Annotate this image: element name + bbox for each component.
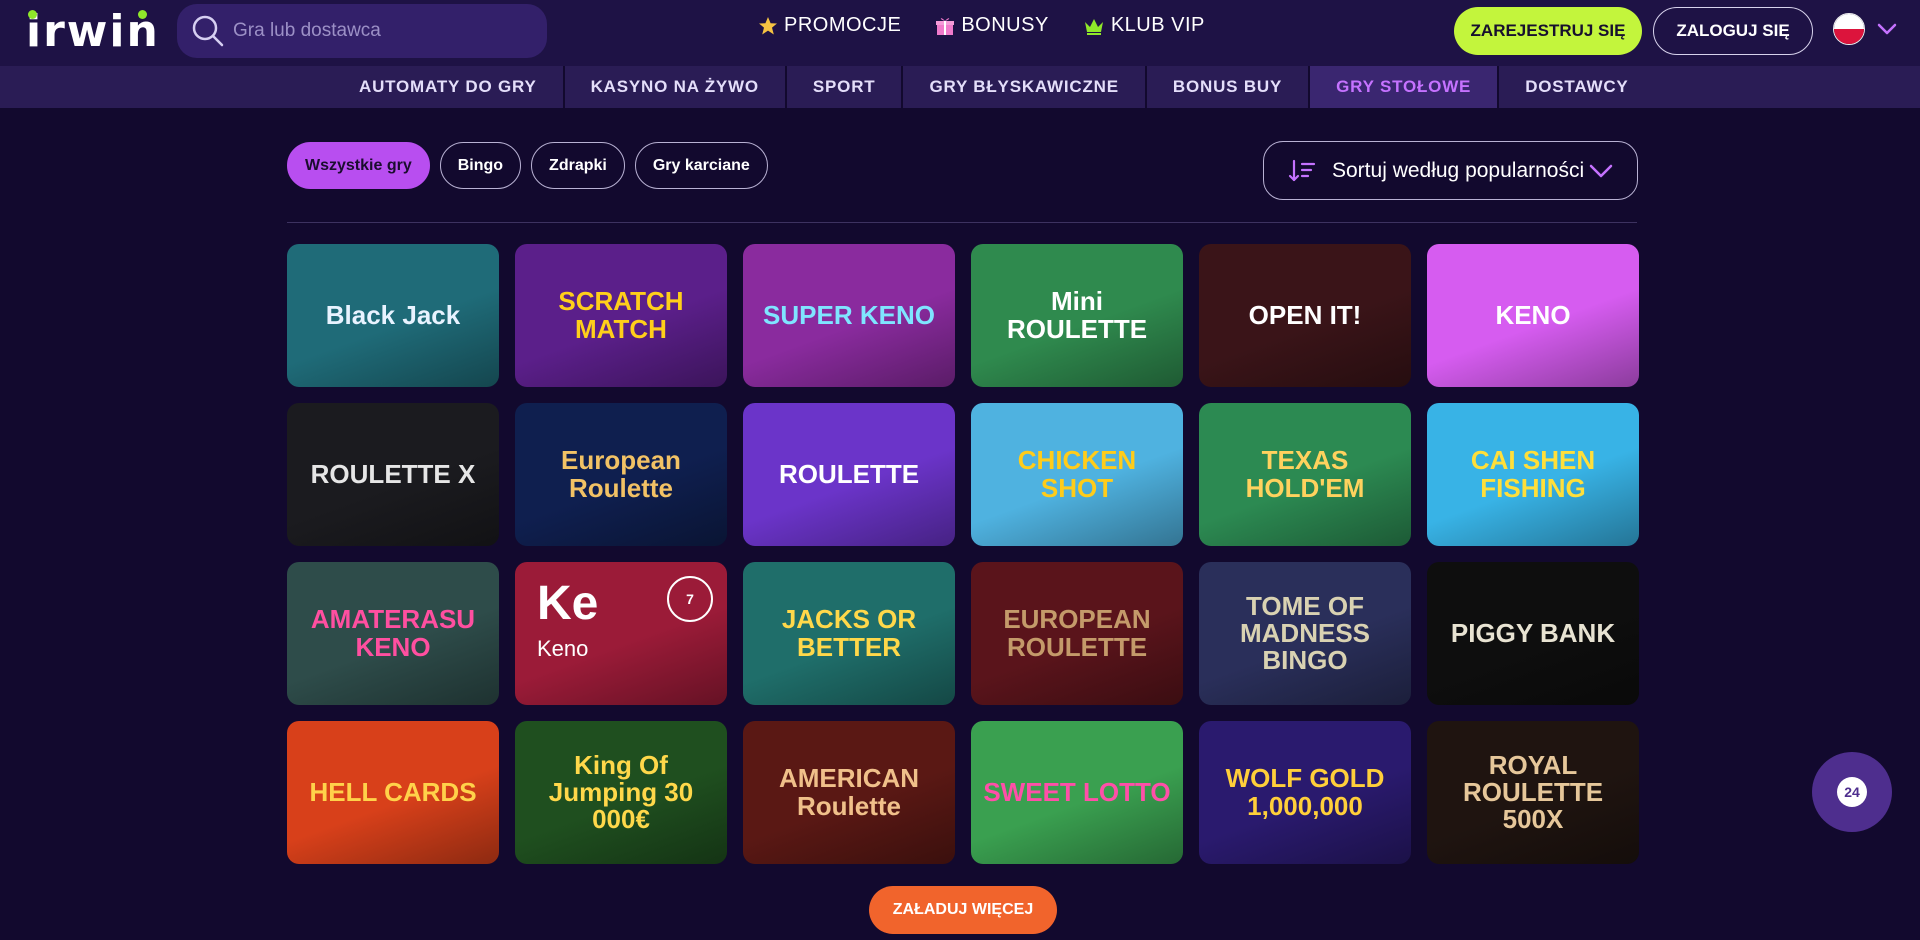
sort-label: Sortuj według popularności <box>1332 158 1585 182</box>
game-tile[interactable]: SUPER KENO <box>743 244 955 387</box>
game-tile[interactable]: AMERICAN Roulette <box>743 721 955 864</box>
game-title: CHICKEN SHOT <box>1017 445 1137 503</box>
game-tile[interactable]: ROULETTE X <box>287 403 499 546</box>
search-icon <box>192 15 224 47</box>
game-tile[interactable]: Black Jack <box>287 244 499 387</box>
game-title: King Of Jumping 30 000€ <box>548 749 694 835</box>
nav-klub-vip[interactable]: KLUB VIP <box>1083 14 1205 37</box>
crown-icon <box>1084 18 1103 35</box>
nav-promocje[interactable]: PROMOCJE <box>758 14 901 37</box>
game-title: OPEN IT! <box>1248 299 1362 330</box>
category-tabs: AUTOMATY DO GRY KASYNO NA ŻYWO SPORT GRY… <box>333 66 1655 108</box>
chevron-down-icon <box>1877 23 1897 35</box>
tab-gry-stolowe[interactable]: GRY STOŁOWE <box>1310 66 1500 108</box>
register-button[interactable]: ZAREJESTRUJ SIĘ <box>1454 7 1642 55</box>
game-title: European Roulette <box>561 445 681 503</box>
game-title: HELL CARDS <box>309 776 477 807</box>
game-title: ROULETTE <box>778 458 920 489</box>
game-tile[interactable]: KENO <box>1427 244 1639 387</box>
sort-icon <box>1288 159 1316 181</box>
logo-dot-decoration <box>28 10 37 19</box>
tab-kasyno-na-zywo[interactable]: KASYNO NA ŻYWO <box>565 66 787 108</box>
game-title: AMERICAN Roulette <box>778 763 920 821</box>
filter-gry-karciane[interactable]: Gry karciane <box>634 142 768 189</box>
game-tile[interactable]: AMATERASU KENO <box>287 562 499 705</box>
game-title: TOME OF MADNESS BINGO <box>1239 590 1370 676</box>
chevron-down-icon <box>1589 164 1613 177</box>
game-title: AMATERASU KENO <box>310 604 476 662</box>
game-title: Black Jack <box>325 299 461 330</box>
game-tile[interactable]: TOME OF MADNESS BINGO <box>1199 562 1411 705</box>
game-title: CAI SHEN FISHING <box>1470 445 1596 503</box>
search-box[interactable] <box>177 4 547 58</box>
game-tile[interactable]: TEXAS HOLD'EM <box>1199 403 1411 546</box>
game-tile[interactable]: ROULETTE <box>743 403 955 546</box>
logo-dot-decoration <box>138 10 147 19</box>
nav-bonusy-label: BONUSY <box>961 14 1049 36</box>
filter-wszystkie-gry[interactable]: Wszystkie gry <box>287 142 430 189</box>
game-title: TEXAS HOLD'EM <box>1245 445 1365 503</box>
top-header: irwin PROMOCJE BONUSY KLUB VIP ZAREJESTR… <box>0 0 1920 66</box>
login-button[interactable]: ZALOGUJ SIĘ <box>1653 7 1813 55</box>
game-tile[interactable]: CHICKEN SHOT <box>971 403 1183 546</box>
filter-bingo[interactable]: Bingo <box>439 142 522 189</box>
keno-balls-icon: 7 <box>667 576 713 622</box>
game-tile[interactable]: EUROPEAN ROULETTE <box>971 562 1183 705</box>
game-tile[interactable]: WOLF GOLD 1,000,000 <box>1199 721 1411 864</box>
game-tile[interactable]: King Of Jumping 30 000€ <box>515 721 727 864</box>
game-tile[interactable]: ROYAL ROULETTE 500X <box>1427 721 1639 864</box>
game-tile[interactable]: HELL CARDS <box>287 721 499 864</box>
search-input[interactable] <box>233 20 523 42</box>
nav-promocje-label: PROMOCJE <box>784 14 902 36</box>
tab-automaty-do-gry[interactable]: AUTOMATY DO GRY <box>333 66 565 108</box>
game-title: Keno <box>537 636 589 661</box>
nav-bonusy[interactable]: BONUSY <box>935 14 1048 37</box>
tab-dostawcy[interactable]: DOSTAWCY <box>1499 66 1654 108</box>
game-tile[interactable]: European Roulette <box>515 403 727 546</box>
game-tile[interactable]: SCRATCH MATCH <box>515 244 727 387</box>
load-more-button[interactable]: ZAŁADUJ WIĘCEJ <box>869 886 1057 934</box>
game-title: SUPER KENO <box>763 299 935 330</box>
gift-icon <box>936 17 955 35</box>
game-tile[interactable]: Ke Keno 7 <box>515 562 727 705</box>
category-bar: AUTOMATY DO GRY KASYNO NA ŻYWO SPORT GRY… <box>0 66 1920 108</box>
game-tile[interactable]: CAI SHEN FISHING <box>1427 403 1639 546</box>
game-title: WOLF GOLD 1,000,000 <box>1225 763 1385 821</box>
nav-klub-vip-label: KLUB VIP <box>1110 14 1205 36</box>
star-icon <box>759 16 777 34</box>
game-title: SCRATCH MATCH <box>558 286 684 344</box>
game-grid: Black Jack SCRATCH MATCH SUPER KENO Mini RO… <box>287 244 1639 864</box>
sort-dropdown[interactable]: Sortuj według popularności <box>1263 141 1638 200</box>
content-divider <box>287 222 1637 223</box>
flag-poland-icon <box>1833 13 1865 45</box>
game-title: SWEET LOTTO <box>983 776 1171 807</box>
language-selector[interactable] <box>1833 13 1897 45</box>
game-title: KENO <box>1495 299 1571 330</box>
tab-bonus-buy[interactable]: BONUS BUY <box>1147 66 1311 108</box>
support-chat-button[interactable]: 24 <box>1812 752 1892 832</box>
game-tile[interactable]: OPEN IT! <box>1199 244 1411 387</box>
game-tile-keno-symbol: Ke Keno <box>537 577 599 662</box>
game-title: JACKS OR BETTER <box>781 604 917 662</box>
game-tile[interactable]: PIGGY BANK <box>1427 562 1639 705</box>
top-navigation: PROMOCJE BONUSY KLUB VIP <box>758 14 1205 37</box>
game-tile[interactable]: JACKS OR BETTER <box>743 562 955 705</box>
game-title: ROULETTE X <box>310 458 476 489</box>
game-title: EUROPEAN ROULETTE <box>1003 604 1151 662</box>
game-tile[interactable]: SWEET LOTTO <box>971 721 1183 864</box>
game-title: ROYAL ROULETTE 500X <box>1462 749 1604 835</box>
game-title: Mini ROULETTE <box>1006 286 1148 344</box>
filter-zdrapki[interactable]: Zdrapki <box>531 142 625 189</box>
tab-gry-blyskawiczne[interactable]: GRY BŁYSKAWICZNE <box>903 66 1147 108</box>
tab-sport[interactable]: SPORT <box>787 66 904 108</box>
game-tile[interactable]: Mini ROULETTE <box>971 244 1183 387</box>
support-24-icon: 24 <box>1837 777 1867 807</box>
game-title: PIGGY BANK <box>1450 617 1616 648</box>
filter-chips: Wszystkie gry Bingo Zdrapki Gry karciane <box>287 142 768 189</box>
